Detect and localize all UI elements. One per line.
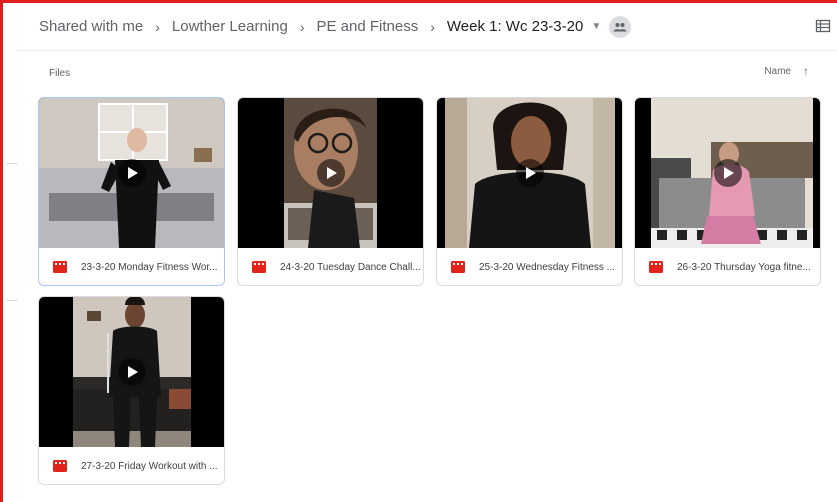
video-thumbnail xyxy=(635,98,820,248)
shared-folder-people-icon xyxy=(609,15,632,38)
breadcrumb-bar: Shared with me › Lowther Learning › PE a… xyxy=(17,3,837,51)
file-name: 23-3-20 Monday Fitness Wor... xyxy=(81,261,218,273)
video-file-icon xyxy=(252,261,266,273)
file-card[interactable]: 27-3-20 Friday Workout with ... xyxy=(38,296,225,485)
arrow-up-icon[interactable]: ↑ xyxy=(803,64,809,78)
breadcrumb-shared-with-me[interactable]: Shared with me xyxy=(39,18,143,35)
details-view-icon[interactable] xyxy=(815,18,831,34)
file-card-footer: 26-3-20 Thursday Yoga fitne... xyxy=(635,248,820,285)
chevron-right-icon: › xyxy=(299,18,305,35)
sort-by-name-button[interactable]: Name ↑ xyxy=(764,64,809,78)
file-card[interactable]: 23-3-20 Monday Fitness Wor... xyxy=(38,97,225,286)
file-name: 26-3-20 Thursday Yoga fitne... xyxy=(677,261,811,273)
video-file-icon xyxy=(451,261,465,273)
file-card[interactable]: 26-3-20 Thursday Yoga fitne... xyxy=(634,97,821,286)
video-file-icon xyxy=(649,261,663,273)
file-card-footer: 25-3-20 Wednesday Fitness ... xyxy=(437,248,622,285)
gutter-divider xyxy=(6,300,18,301)
file-name: 24-3-20 Tuesday Dance Chall... xyxy=(280,261,421,273)
breadcrumb: Shared with me › Lowther Learning › PE a… xyxy=(17,15,632,38)
breadcrumb-pe-and-fitness[interactable]: PE and Fitness xyxy=(316,18,418,35)
files-section-label: Files xyxy=(49,68,71,79)
play-icon[interactable] xyxy=(316,159,345,187)
play-icon[interactable] xyxy=(515,159,544,187)
video-file-icon xyxy=(53,460,67,472)
video-thumbnail xyxy=(238,98,423,248)
play-icon[interactable] xyxy=(713,159,742,187)
file-card-footer: 24-3-20 Tuesday Dance Chall... xyxy=(238,248,423,285)
video-thumbnail xyxy=(39,297,224,447)
video-thumbnail xyxy=(39,98,224,248)
breadcrumb-lowther-learning[interactable]: Lowther Learning xyxy=(172,18,288,35)
breadcrumb-current-folder[interactable]: Week 1: Wc 23-3-20 xyxy=(447,18,583,35)
file-card-footer: 27-3-20 Friday Workout with ... xyxy=(39,447,224,484)
left-gutter xyxy=(3,3,18,502)
file-card[interactable]: 25-3-20 Wednesday Fitness ... xyxy=(436,97,623,286)
chevron-right-icon: › xyxy=(430,18,435,35)
gutter-divider xyxy=(6,163,18,164)
video-thumbnail xyxy=(437,98,622,248)
caret-down-icon[interactable]: ▼ xyxy=(591,21,601,32)
file-card-footer: 23-3-20 Monday Fitness Wor... xyxy=(39,248,224,285)
video-file-icon xyxy=(53,261,67,273)
sort-label: Name xyxy=(764,65,791,77)
file-card[interactable]: 24-3-20 Tuesday Dance Chall... xyxy=(237,97,424,286)
file-name: 27-3-20 Friday Workout with ... xyxy=(81,460,218,472)
file-name: 25-3-20 Wednesday Fitness ... xyxy=(479,261,615,273)
play-icon[interactable] xyxy=(117,358,146,386)
chevron-right-icon: › xyxy=(155,18,160,35)
play-icon[interactable] xyxy=(117,159,146,187)
